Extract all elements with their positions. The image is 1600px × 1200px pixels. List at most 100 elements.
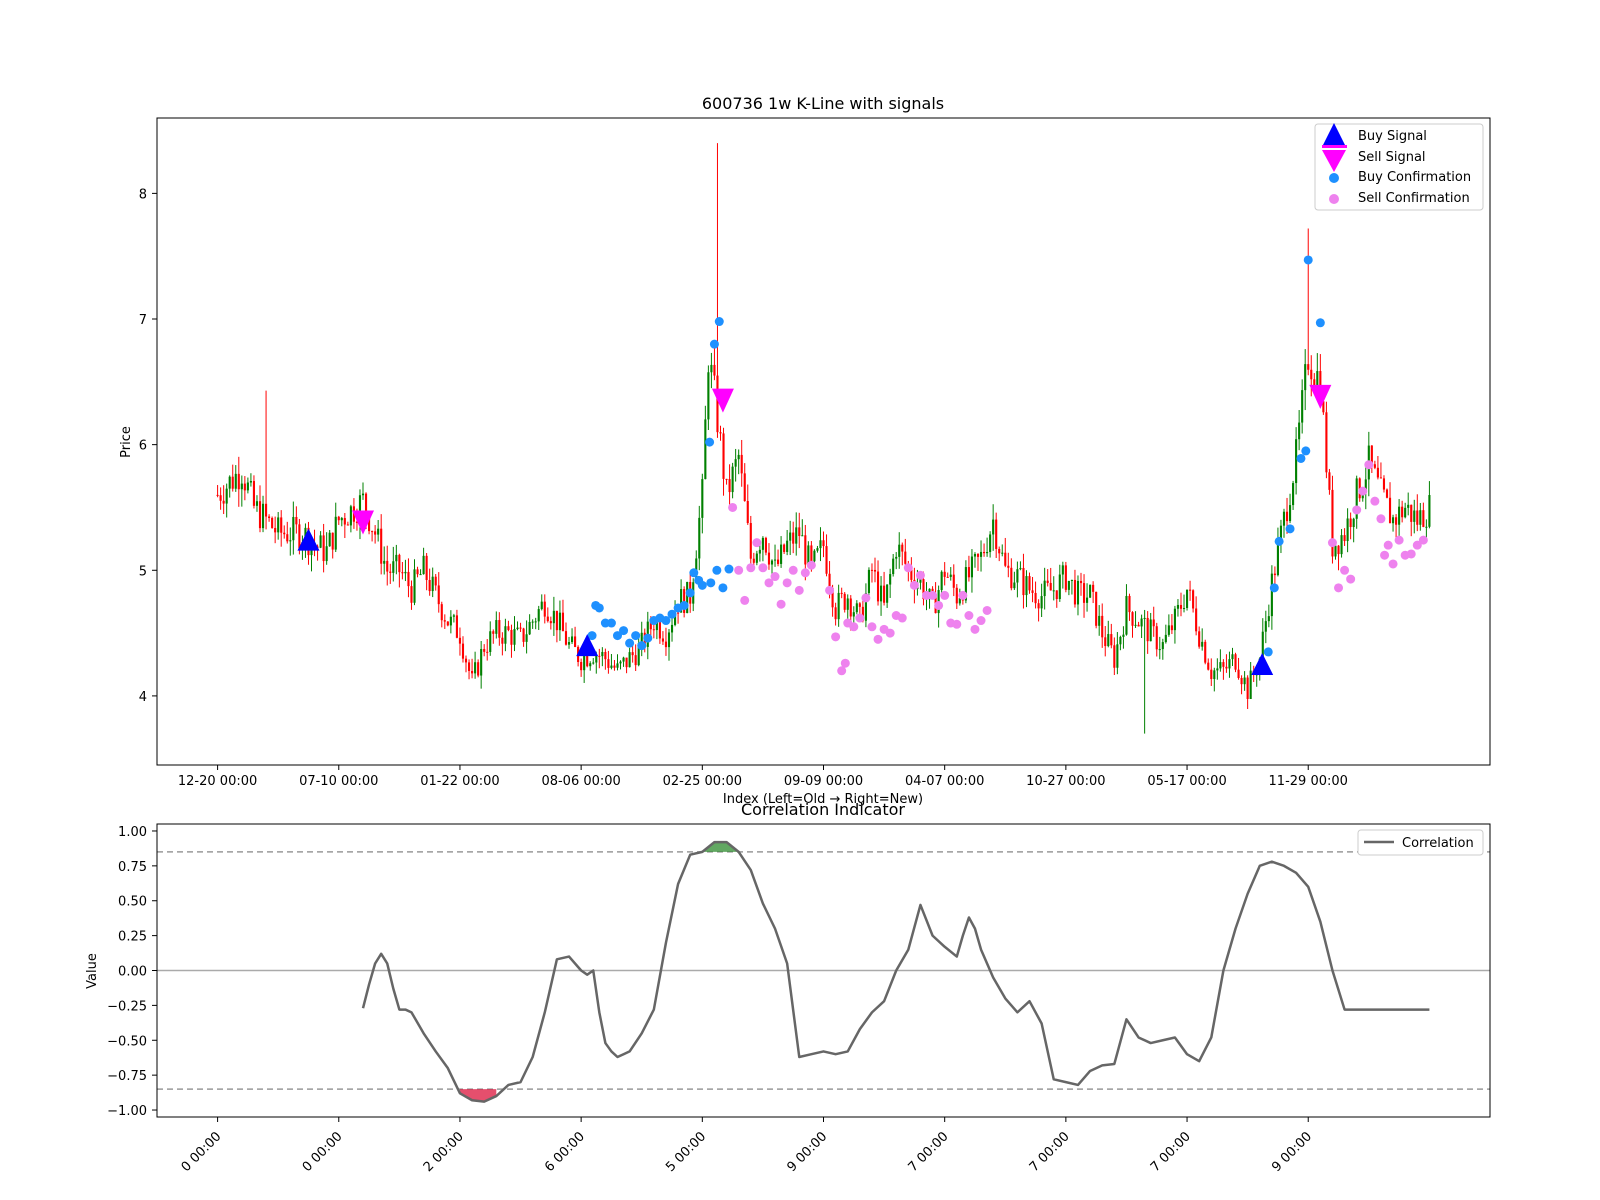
candle-body <box>371 531 374 533</box>
candle-body <box>289 540 292 542</box>
buy-confirmation-point <box>1274 536 1284 546</box>
candle-body <box>670 624 674 633</box>
corr-y-tick-label: −1.00 <box>107 1104 147 1119</box>
candle-body <box>455 615 458 638</box>
kline-x-tick-label: 12-20 00:00 <box>178 774 257 789</box>
candle-body <box>1382 478 1386 490</box>
candle-body <box>1001 552 1004 554</box>
candle-body <box>783 544 786 552</box>
candle-body <box>1022 567 1025 596</box>
corr-x-tick-label: 7 00:00 <box>1148 1129 1194 1175</box>
candle-body <box>1298 422 1301 440</box>
candle-body <box>722 433 725 479</box>
candle-body <box>458 637 462 644</box>
candle-body <box>322 535 325 562</box>
candle-body <box>628 652 631 668</box>
sell-confirmation-point <box>1340 565 1350 575</box>
candle-body <box>598 655 601 657</box>
candle-body <box>880 585 883 602</box>
candle-body <box>498 620 501 638</box>
corr-x-tick-label: 0 00:00 <box>300 1129 346 1175</box>
candle-body <box>886 584 889 603</box>
candle-body <box>1288 505 1292 522</box>
candle-body <box>898 544 901 557</box>
candle-body <box>1222 662 1225 667</box>
candle-body <box>1270 573 1273 617</box>
candle-body <box>610 665 613 668</box>
candle-body <box>1113 645 1116 668</box>
legend-buy-confirmation-marker <box>1329 173 1339 183</box>
candle-body <box>828 573 831 588</box>
corr-x-tick-label: 2 00:00 <box>421 1129 467 1175</box>
candle-body <box>616 663 619 668</box>
candle-body <box>892 558 895 575</box>
buy-confirmation-point <box>1303 255 1313 265</box>
candle-body <box>286 534 289 542</box>
candle-body <box>1173 608 1176 631</box>
sell-confirmation-point <box>831 632 841 642</box>
sell-confirmation-point <box>909 580 919 590</box>
candle-body <box>661 638 664 642</box>
candle-body <box>1219 662 1222 669</box>
sell-confirmation-point <box>1364 460 1374 470</box>
candle-body <box>855 603 858 613</box>
candle-body <box>619 661 622 664</box>
candle-body <box>846 598 849 610</box>
candle-body <box>786 540 789 552</box>
candle-body <box>386 560 389 572</box>
candle-body <box>852 612 855 617</box>
corr-x-tick-label: 7 00:00 <box>906 1129 952 1175</box>
sell-confirmation-point <box>958 590 968 600</box>
candle-body <box>1346 518 1349 542</box>
candle-body <box>1067 580 1070 590</box>
buy-confirmation-point <box>706 578 716 588</box>
candle-body <box>377 528 380 535</box>
candle-body <box>770 560 774 565</box>
sell-confirmation-point <box>952 619 962 629</box>
sell-confirmation-point <box>940 590 950 600</box>
candle-body <box>1204 641 1207 663</box>
sell-confirmation-point <box>861 593 871 603</box>
legend-buy-signal: Buy Signal <box>1358 129 1427 144</box>
candle-body <box>561 612 565 632</box>
candle-body <box>586 655 589 667</box>
candle-body <box>507 626 510 630</box>
candle-body <box>895 556 898 559</box>
candle-body <box>1055 590 1058 600</box>
sell-confirmation-point <box>1406 549 1416 559</box>
candle-body <box>328 532 331 547</box>
sell-confirmation-point <box>1327 538 1337 548</box>
candle-body <box>589 663 592 667</box>
candle-body <box>1061 565 1064 575</box>
sell-confirmation-point <box>1352 505 1362 515</box>
kline-x-tick-label: 07-10 00:00 <box>299 774 378 789</box>
candle-body <box>1416 510 1419 525</box>
candle-body <box>1070 579 1073 581</box>
candle-body <box>801 535 804 537</box>
candle-body <box>1095 591 1098 626</box>
sell-confirmation-point <box>855 613 865 623</box>
candle-body <box>946 576 949 578</box>
candle-body <box>1182 607 1186 609</box>
candle-body <box>1310 369 1313 380</box>
candle-body <box>443 620 446 622</box>
candle-body <box>522 628 525 642</box>
candle-body <box>265 503 268 517</box>
candle-body <box>949 574 952 577</box>
sell-confirmation-point <box>903 563 913 573</box>
candle-body <box>707 372 710 420</box>
candle-body <box>431 576 434 592</box>
buy-confirmation-point <box>705 437 715 447</box>
candle-body <box>1264 621 1267 632</box>
legend-correlation: Correlation <box>1402 836 1474 851</box>
buy-confirmation-point <box>1315 318 1325 328</box>
candle-body <box>334 516 337 550</box>
corr-x-tick-label: 9 00:00 <box>784 1129 830 1175</box>
candle-body <box>383 560 386 564</box>
candle-body <box>1152 619 1155 627</box>
candle-body <box>1273 573 1276 576</box>
candle-body <box>1401 506 1404 518</box>
candle-body <box>574 636 577 647</box>
candle-body <box>1104 637 1107 647</box>
sell-confirmation-point <box>1383 540 1393 550</box>
